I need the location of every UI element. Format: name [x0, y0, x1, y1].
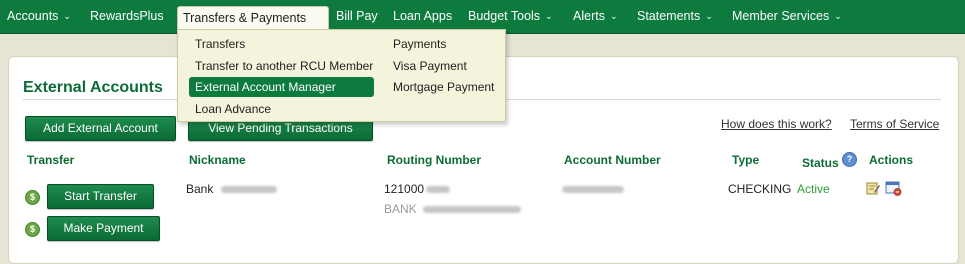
redacted-text: [426, 186, 451, 194]
nav-accounts[interactable]: Accounts ⌄: [7, 0, 71, 33]
routing-bank-value: BANK: [384, 202, 417, 216]
add-external-account-button[interactable]: Add External Account: [25, 116, 176, 141]
header-nickname: Nickname: [189, 153, 246, 167]
header-transfer: Transfer: [27, 153, 75, 167]
nav-member-services[interactable]: Member Services ⌄: [732, 0, 842, 33]
help-icon[interactable]: ?: [842, 152, 857, 167]
nav-statements[interactable]: Statements ⌄: [637, 0, 713, 33]
nav-rewardsplus[interactable]: RewardsPlus: [90, 0, 164, 33]
nav-loan-apps-label: Loan Apps: [393, 9, 453, 23]
nav-rewardsplus-label: RewardsPlus: [90, 9, 164, 23]
redacted-text: [423, 206, 522, 214]
header-status: Status: [802, 156, 839, 170]
start-transfer-button[interactable]: Start Transfer: [47, 184, 154, 209]
chevron-down-icon: ⌄: [705, 11, 713, 21]
menu-item-transfer-rcu-member[interactable]: Transfer to another RCU Member: [195, 56, 373, 76]
terms-of-service-link[interactable]: Terms of Service: [850, 117, 939, 131]
menu-item-visa-payment[interactable]: Visa Payment: [393, 56, 467, 76]
nav-budget-tools-label: Budget Tools: [468, 9, 541, 23]
header-actions: Actions: [869, 153, 914, 167]
nav-statements-label: Statements: [637, 9, 701, 23]
menu-item-loan-advance[interactable]: Loan Advance: [195, 99, 271, 119]
nav-transfers-payments-label: Transfers & Payments: [183, 11, 307, 25]
delete-icon[interactable]: [885, 181, 902, 196]
make-payment-button[interactable]: Make Payment: [47, 216, 160, 241]
transfers-payments-dropdown: Transfers Transfer to another RCU Member…: [177, 29, 506, 122]
nav-alerts-label: Alerts: [573, 9, 605, 23]
chevron-down-icon: ⌄: [63, 11, 71, 21]
redacted-text: [220, 186, 277, 194]
status-badge: Active: [797, 182, 830, 196]
nav-bill-pay-label: Bill Pay: [336, 9, 378, 23]
nav-member-services-label: Member Services: [732, 9, 830, 23]
edit-icon[interactable]: [866, 181, 880, 195]
routing-bank-cell: BANK: [384, 202, 522, 216]
menu-item-external-account-manager[interactable]: External Account Manager: [189, 77, 374, 97]
routing-number-value: 121000: [384, 182, 425, 196]
type-cell: CHECKING: [728, 182, 792, 196]
nav-alerts[interactable]: Alerts ⌄: [573, 0, 618, 33]
header-type: Type: [732, 153, 760, 167]
redacted-text: [562, 186, 624, 194]
dollar-icon: $: [25, 222, 40, 237]
how-does-this-work-link[interactable]: How does this work?: [721, 117, 832, 131]
page-title: External Accounts: [23, 79, 163, 96]
chevron-down-icon: ⌄: [834, 11, 842, 21]
nav-transfers-payments[interactable]: Transfers & Payments: [177, 6, 330, 30]
nickname-value: Bank: [186, 182, 214, 196]
dollar-icon: $: [25, 190, 40, 205]
menu-item-mortgage-payment[interactable]: Mortgage Payment: [393, 77, 494, 97]
chevron-down-icon: ⌄: [545, 11, 553, 21]
menu-item-payments[interactable]: Payments: [393, 34, 446, 54]
nav-accounts-label: Accounts: [7, 9, 59, 23]
header-account-number: Account Number: [564, 153, 661, 167]
account-number-cell: [562, 182, 624, 196]
nickname-cell: Bank: [186, 182, 277, 196]
header-routing-number: Routing Number: [387, 153, 481, 167]
menu-item-transfers[interactable]: Transfers: [195, 34, 245, 54]
chevron-down-icon: ⌄: [609, 11, 618, 21]
routing-number-cell: 121000: [384, 182, 451, 196]
